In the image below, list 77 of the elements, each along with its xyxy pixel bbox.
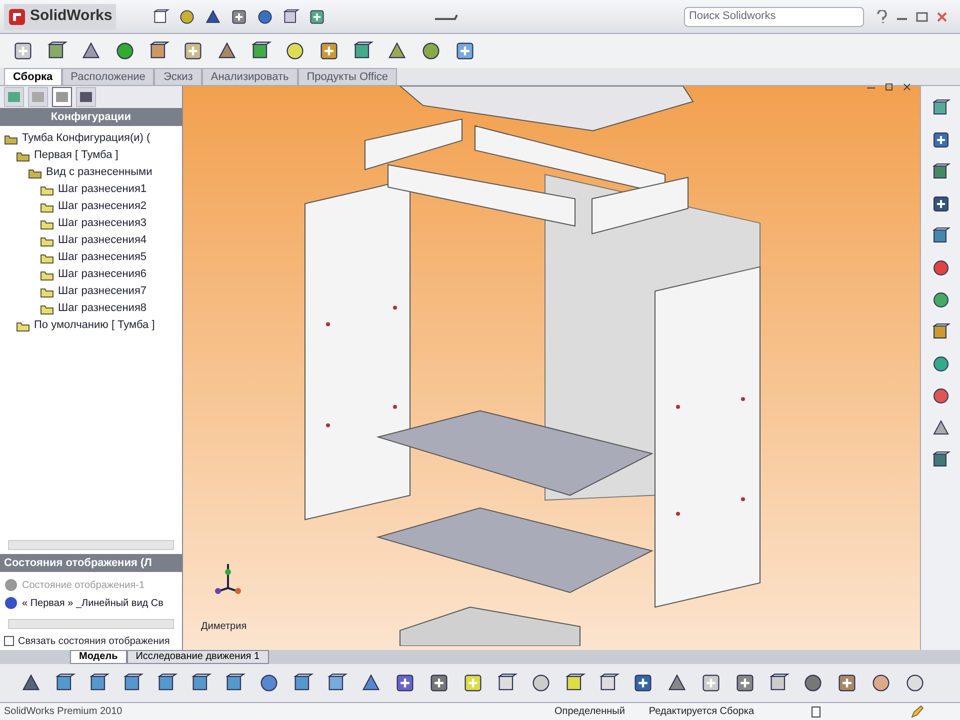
- view-tool-icon[interactable]: [700, 672, 722, 694]
- maximize-icon[interactable]: [916, 10, 928, 22]
- tool-icon[interactable]: [318, 40, 340, 62]
- command-tab[interactable]: Эскиз: [154, 68, 202, 85]
- bottom-tab[interactable]: Исследование движения 1: [126, 650, 269, 664]
- status-state: Определенный: [554, 705, 625, 719]
- view-tool-icon[interactable]: [428, 672, 450, 694]
- tool-icon[interactable]: [12, 40, 34, 62]
- scrollbar[interactable]: [8, 540, 174, 550]
- quick-access-icon[interactable]: [282, 8, 300, 26]
- restore-icon[interactable]: [884, 82, 894, 92]
- panel-title: Состояния отображения (Л: [4, 556, 152, 571]
- command-tab[interactable]: Продукты Office: [298, 68, 398, 85]
- bottom-tab[interactable]: Модель: [70, 650, 127, 664]
- pencil-icon: [910, 704, 924, 718]
- search-field[interactable]: Поиск Solidworks: [684, 6, 864, 26]
- scrollbar[interactable]: [8, 619, 174, 629]
- tree-item[interactable]: Шаг разнесения1: [58, 181, 147, 198]
- view-tool-icon[interactable]: [734, 672, 756, 694]
- manager-tab-icon[interactable]: [76, 87, 96, 107]
- quick-access-icon[interactable]: [230, 8, 248, 26]
- sphere-icon: [4, 596, 18, 610]
- tree-item[interactable]: Шаг разнесения4: [58, 232, 147, 249]
- tree-item[interactable]: Шаг разнесения3: [58, 215, 147, 232]
- display-state-item[interactable]: « Первая » _Линейный вид Св: [0, 594, 182, 612]
- command-tab[interactable]: Сборка: [4, 68, 62, 85]
- view-tool-icon[interactable]: [836, 672, 858, 694]
- app-name: SolidWorks: [30, 6, 112, 26]
- panel-title: Конфигурации: [50, 110, 132, 125]
- view-tool-icon[interactable]: [870, 672, 892, 694]
- quick-access-icon[interactable]: [178, 8, 196, 26]
- view-tool-icon[interactable]: [462, 672, 484, 694]
- view-tool-icon[interactable]: [802, 672, 824, 694]
- quick-access-icon[interactable]: [256, 8, 274, 26]
- tree-item[interactable]: Тумба Конфигурация(и) (: [22, 130, 150, 147]
- sphere-icon: [4, 578, 18, 592]
- task-pane-icon[interactable]: [930, 258, 950, 278]
- view-tool-icon[interactable]: [632, 672, 654, 694]
- tool-icon[interactable]: [420, 40, 442, 62]
- close-icon[interactable]: [936, 10, 948, 22]
- tree-item[interactable]: Вид с разнесенными: [46, 164, 152, 181]
- quick-access-icon[interactable]: [204, 8, 222, 26]
- view-tool-icon[interactable]: [530, 672, 552, 694]
- close-icon[interactable]: [902, 82, 912, 92]
- tool-icon[interactable]: [182, 40, 204, 62]
- view-label: Диметрия: [201, 620, 247, 634]
- search-placeholder: Поиск Solidworks: [689, 9, 776, 24]
- app-logo-icon: [8, 8, 26, 26]
- status-product: SolidWorks Premium 2010: [4, 705, 122, 719]
- status-mode: Редактируется Сборка: [648, 705, 754, 719]
- command-tab[interactable]: Расположение: [62, 68, 154, 85]
- task-pane-icon[interactable]: [930, 194, 950, 214]
- help-icon[interactable]: [876, 10, 888, 24]
- quick-access-icon[interactable]: [308, 8, 326, 26]
- command-tab[interactable]: Анализировать: [202, 68, 298, 85]
- tree-item[interactable]: Шаг разнесения5: [58, 249, 147, 266]
- task-pane-icon[interactable]: [930, 130, 950, 150]
- tree-item[interactable]: Шаг разнесения6: [58, 266, 147, 283]
- document-icon: [810, 706, 822, 718]
- tool-icon[interactable]: [284, 40, 306, 62]
- tree-item[interactable]: Шаг разнесения8: [58, 300, 147, 317]
- task-pane-icon[interactable]: [930, 386, 950, 406]
- view-tool-icon[interactable]: [258, 672, 280, 694]
- quick-access-icon[interactable]: [152, 8, 170, 26]
- checkbox[interactable]: [4, 636, 14, 646]
- tool-icon[interactable]: [454, 40, 476, 62]
- task-pane-icon[interactable]: [930, 290, 950, 310]
- view-tool-icon[interactable]: [394, 672, 416, 694]
- tree-item[interactable]: Первая [ Тумба ]: [34, 147, 118, 164]
- tool-icon[interactable]: [114, 40, 136, 62]
- checkbox-label: Связать состояния отображения: [18, 634, 170, 648]
- tree-item[interactable]: По умолчанию [ Тумба ]: [34, 317, 155, 334]
- view-tool-icon[interactable]: [904, 672, 926, 694]
- tree-item[interactable]: Шаг разнесения2: [58, 198, 147, 215]
- manager-tab-icon[interactable]: [52, 87, 72, 107]
- tree-item[interactable]: Шаг разнесения7: [58, 283, 147, 300]
- task-pane-icon[interactable]: [930, 354, 950, 374]
